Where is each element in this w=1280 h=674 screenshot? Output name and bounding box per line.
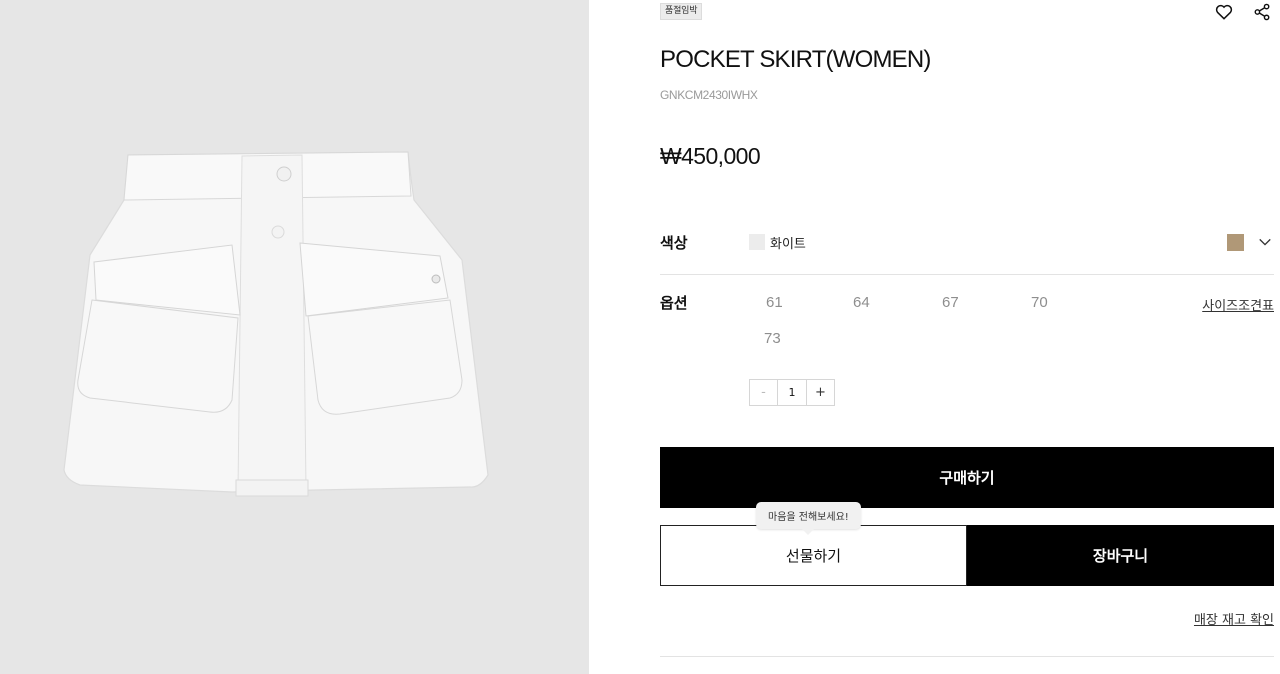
divider <box>660 656 1274 657</box>
color-selector: 색상 화이트 <box>660 225 1274 275</box>
product-image <box>63 151 489 497</box>
top-actions <box>1212 0 1274 24</box>
size-chart-link[interactable]: 사이즈조견표 <box>1202 295 1274 314</box>
quantity-stepper: - 1 + <box>749 379 835 406</box>
share-icon <box>1254 3 1270 21</box>
beige-color-swatch[interactable] <box>1227 234 1244 251</box>
size-option[interactable]: 64 <box>853 294 893 311</box>
product-code: GNKCM2430IWHX <box>660 88 758 102</box>
selected-color-swatch[interactable] <box>749 234 765 250</box>
gift-tooltip: 마음을 전해보세요! <box>756 502 861 535</box>
status-badge: 품절임박 <box>660 3 703 20</box>
cart-button[interactable]: 장바구니 <box>967 525 1274 586</box>
selected-color-name: 화이트 <box>770 237 806 252</box>
share-button[interactable] <box>1250 0 1274 24</box>
buy-button[interactable]: 구매하기 <box>660 447 1274 508</box>
quantity-decrease-button[interactable]: - <box>750 380 777 405</box>
product-image-gallery <box>0 0 589 674</box>
product-info-panel: 품절임박 POCKET SKIRT(WOMEN) GNKCM2430IWHX ₩… <box>660 0 1274 674</box>
size-option[interactable]: 61 <box>766 294 806 311</box>
store-stock-link[interactable]: 매장 재고 확인 <box>1194 609 1274 628</box>
product-title: POCKET SKIRT(WOMEN) <box>660 46 931 73</box>
quantity-increase-button[interactable]: + <box>807 380 834 405</box>
chevron-down-icon[interactable] <box>1258 235 1272 249</box>
wishlist-button[interactable] <box>1212 0 1236 24</box>
option-selector: 옵션 61 64 67 70 73 사이즈조견표 - 1 + <box>660 292 1274 412</box>
color-label: 색상 <box>660 234 688 252</box>
heart-icon <box>1215 4 1233 20</box>
size-option[interactable]: 73 <box>764 330 804 347</box>
product-price: ₩450,000 <box>660 143 761 169</box>
size-option[interactable]: 70 <box>1031 294 1071 311</box>
option-label: 옵션 <box>660 294 688 312</box>
size-option[interactable]: 67 <box>942 294 982 311</box>
quantity-value[interactable]: 1 <box>777 380 807 405</box>
